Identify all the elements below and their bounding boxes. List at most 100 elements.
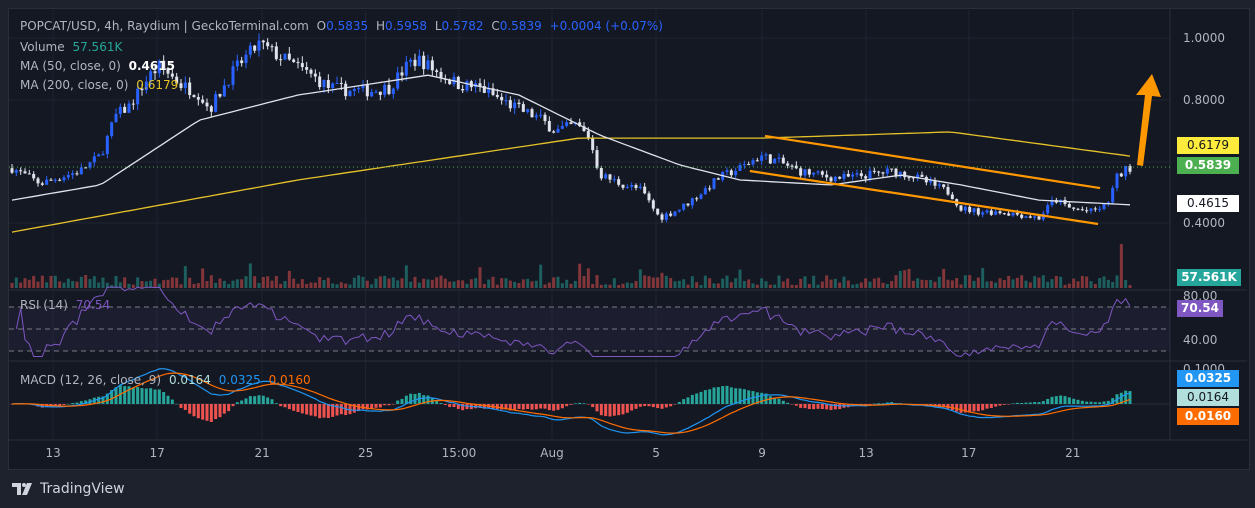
macd-histogram-bar — [682, 399, 686, 404]
tradingview-icon — [12, 483, 32, 495]
volume-bar — [378, 276, 382, 288]
macd-legend[interactable]: MACD (12, 26, close, 9) 0.0164 0.0325 0.… — [20, 373, 315, 387]
macd-histogram-bar — [552, 404, 556, 411]
macd-histogram-bar — [231, 404, 235, 407]
volume-bar — [166, 279, 170, 288]
macd-histogram-bar — [305, 404, 309, 415]
candle-down — [218, 94, 222, 97]
macd-histogram-bar — [872, 403, 876, 405]
candle-down — [552, 131, 556, 133]
candle-down — [188, 82, 192, 96]
candle-up — [110, 122, 114, 136]
macd-histogram-bar — [820, 404, 824, 409]
macd-histogram-bar — [335, 404, 339, 416]
volume-bar — [422, 278, 426, 288]
volume-bar — [435, 277, 439, 288]
macd-histogram-bar — [66, 403, 70, 405]
candle-down — [1093, 208, 1097, 210]
candle-up — [248, 45, 252, 55]
volume-bar — [201, 268, 205, 288]
candle-down — [10, 168, 14, 173]
volume-bar — [339, 282, 343, 288]
volume-bar — [695, 282, 699, 288]
candle-up — [92, 156, 96, 163]
tradingview-logo[interactable]: TradingView — [12, 481, 125, 497]
volume-bar — [976, 277, 980, 288]
volume-bar — [413, 276, 417, 288]
candle-up — [1011, 212, 1015, 216]
macd-histogram-bar — [1076, 399, 1080, 404]
volume-bar — [729, 282, 733, 288]
chart-canvas[interactable] — [0, 0, 1255, 508]
volume-bar — [794, 284, 798, 288]
candle-down — [829, 177, 833, 182]
macd-hist-tag: 0.0164 — [1177, 389, 1239, 406]
volume-bar — [1050, 279, 1054, 288]
macd-histogram-bar — [634, 404, 638, 409]
candle-down — [660, 214, 664, 220]
volume-legend[interactable]: Volume 57.561K — [20, 40, 126, 54]
volume-bar — [937, 276, 941, 288]
volume-bar — [677, 280, 681, 288]
macd-histogram-bar — [1033, 402, 1037, 404]
macd-histogram-bar — [1085, 401, 1089, 404]
volume-bar — [365, 280, 369, 288]
candle-down — [49, 179, 53, 181]
volume-bar — [287, 270, 291, 288]
macd-histogram-bar — [985, 404, 989, 409]
candle-up — [227, 84, 231, 86]
rsi-value: 70.54 — [75, 298, 111, 312]
volume-bar — [53, 275, 57, 288]
volume-bar — [526, 278, 530, 288]
volume-bar — [963, 275, 967, 288]
candle-up — [738, 165, 742, 171]
candle-up — [244, 54, 248, 64]
volume-bar — [205, 281, 209, 288]
rsi-legend[interactable]: RSI (14) 70.54 — [20, 298, 114, 312]
macd-tick: 0.1000 — [1183, 362, 1225, 370]
volume-bar — [504, 278, 508, 288]
volume-bar — [699, 284, 703, 288]
volume-bar — [136, 277, 140, 288]
candle-up — [712, 178, 716, 189]
candle-down — [400, 72, 404, 76]
volume-bar — [391, 277, 395, 288]
symbol-legend: POPCAT/USD, 4h, Raydium | GeckoTerminal.… — [20, 19, 667, 33]
volume-bar — [240, 279, 244, 288]
macd-histogram-bar — [729, 387, 733, 404]
macd-histogram-bar — [313, 404, 317, 417]
volume-bar — [586, 268, 590, 288]
ma200-legend[interactable]: MA (200, close, 0) 0.6179 — [20, 78, 182, 92]
ma50-legend[interactable]: MA (50, close, 0) 0.4615 — [20, 59, 179, 73]
volume-bar — [292, 278, 296, 288]
volume-bar — [10, 282, 14, 288]
candle-up — [612, 179, 616, 181]
volume-bar — [682, 279, 686, 288]
candle-up — [97, 154, 101, 157]
ma50-label: MA (50, close, 0) — [20, 59, 121, 73]
macd-histogram-bar — [517, 404, 521, 410]
volume-bar — [84, 275, 88, 288]
candle-up — [734, 170, 738, 176]
candle-down — [456, 76, 460, 89]
volume-bar — [170, 277, 174, 288]
macd-histogram-bar — [608, 404, 612, 417]
volume-bar — [686, 284, 690, 288]
candle-down — [634, 185, 638, 188]
candle-up — [556, 128, 560, 133]
macd-histogram-bar — [1007, 404, 1011, 405]
macd-histogram-bar — [140, 388, 144, 404]
volume-bar — [71, 281, 75, 288]
volume-bar — [786, 278, 790, 288]
volume-bar — [565, 279, 569, 288]
macd-histogram-bar — [612, 404, 616, 416]
candle-up — [937, 184, 941, 186]
candle-down — [864, 176, 868, 179]
macd-histogram-bar — [1063, 396, 1067, 404]
candle-down — [838, 176, 842, 179]
candle-down — [1080, 209, 1084, 211]
volume-bar — [1041, 275, 1045, 288]
open-value: 0.5835 — [326, 19, 369, 33]
volume-bar — [773, 284, 777, 288]
candle-down — [569, 122, 573, 125]
